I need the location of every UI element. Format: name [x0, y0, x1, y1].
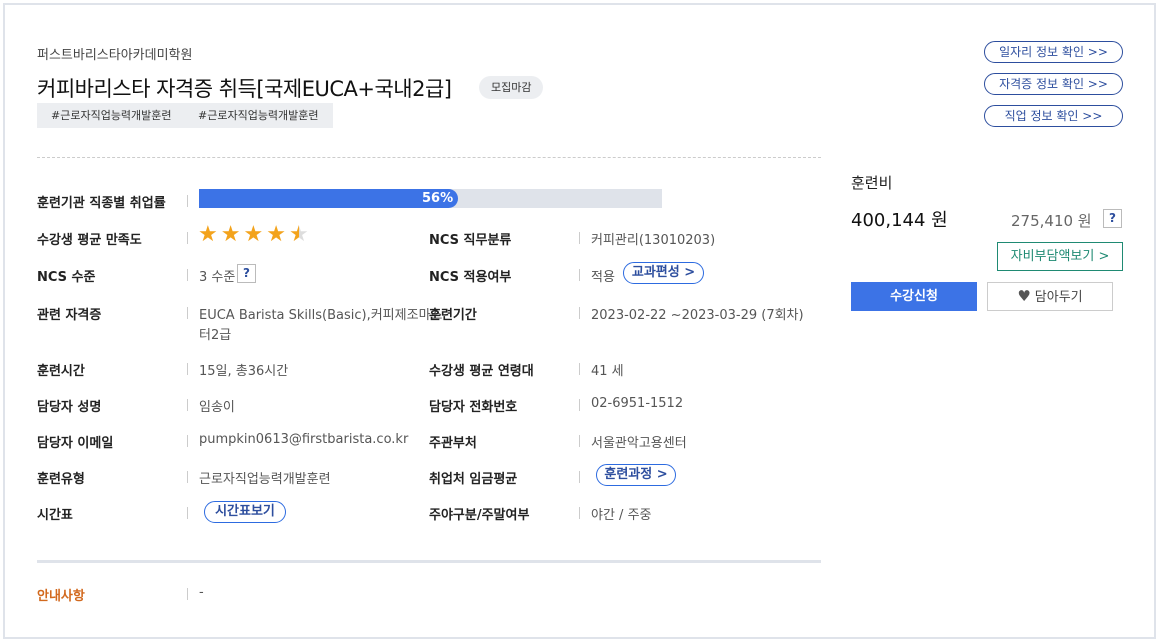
day-night-label: 주야구분/주말여부	[429, 508, 530, 523]
course-button[interactable]: 훈련과정 >	[596, 464, 676, 486]
wage-label: 취업처 임금평균	[429, 472, 518, 487]
help-icon[interactable]: ?	[237, 264, 256, 283]
tag-chip[interactable]: #근로자직업능력개발훈련	[37, 103, 186, 128]
star-icon: ★	[198, 222, 218, 247]
period-label: 훈련기간	[429, 308, 477, 323]
ncs-level-value: 3 수준	[199, 270, 236, 285]
star-icon: ★	[243, 222, 264, 247]
satisfaction-label: 수강생 평균 만족도	[37, 233, 142, 248]
ncs-level-label: NCS 수준	[37, 270, 96, 285]
status-badge: 모집마감	[479, 76, 544, 99]
certificate-value-line1: EUCA Barista Skills(Basic),커피제조마스	[199, 308, 443, 323]
star-icon: ★	[288, 222, 309, 247]
employment-rate-label: 훈련기관 직종별 취업률	[37, 196, 166, 211]
timetable-label: 시간표	[37, 508, 73, 523]
heart-icon: ♥	[1017, 287, 1031, 305]
separator	[187, 269, 188, 281]
separator	[187, 399, 188, 411]
age-label: 수강생 평균 연령대	[429, 364, 534, 379]
email-label: 담당자 이메일	[37, 436, 114, 451]
timetable-button[interactable]: 시간표보기	[204, 501, 286, 523]
manager-value: 임송이	[199, 400, 235, 415]
training-type-value: 근로자직업능력개발훈련	[199, 472, 331, 487]
separator	[187, 507, 188, 519]
training-type-label: 훈련유형	[37, 472, 85, 487]
separator	[579, 232, 580, 244]
separator	[187, 435, 188, 447]
separator	[187, 363, 188, 375]
employment-rate-value: 56%	[422, 191, 454, 206]
certificate-info-link[interactable]: 자격증 정보 확인 >>	[984, 73, 1123, 95]
certificate-value-line2: 터2급	[199, 328, 232, 343]
notice-label: 안내사항	[37, 589, 85, 604]
separator	[187, 588, 188, 600]
phone-label: 담당자 전화번호	[429, 400, 518, 415]
department-label: 주관부처	[429, 436, 477, 451]
phone-value: 02-6951-1512	[591, 396, 684, 411]
job-info-link[interactable]: 일자리 정보 확인 >>	[984, 41, 1123, 63]
wishlist-button[interactable]: ♥ 담아두기	[987, 282, 1113, 311]
apply-button[interactable]: 수강신청	[851, 282, 977, 311]
ncs-category-label: NCS 직무분류	[429, 233, 512, 248]
satisfaction-rating: ★ ★ ★ ★ ★	[198, 224, 309, 246]
separator	[579, 507, 580, 519]
ncs-apply-value: 적용	[591, 270, 615, 285]
divider	[37, 560, 821, 563]
period-value: 2023-02-22 ~2023-03-29 (7회차)	[591, 308, 804, 323]
course-title: 커피바리스타 자격증 취득[국제EUCA+국내2급]	[37, 77, 452, 101]
hours-label: 훈련시간	[37, 364, 85, 379]
wishlist-label: 담아두기	[1034, 290, 1083, 305]
occupation-info-link[interactable]: 직업 정보 확인 >>	[984, 105, 1123, 127]
notice-value: -	[199, 585, 204, 600]
fee-label: 훈련비	[851, 174, 893, 192]
employment-rate-fill	[199, 189, 458, 208]
manager-label: 담당자 성명	[37, 400, 102, 415]
age-value: 41 세	[591, 364, 624, 379]
tag-chip[interactable]: #근로자직업능력개발훈련	[184, 103, 333, 128]
hours-value: 15일, 총36시간	[199, 364, 289, 379]
separator	[187, 232, 188, 244]
star-icon: ★	[220, 222, 241, 247]
email-value: pumpkin0613@firstbarista.co.kr	[199, 432, 409, 447]
ncs-apply-label: NCS 적용여부	[429, 270, 512, 285]
curriculum-button[interactable]: 교과편성 >	[623, 262, 704, 284]
star-icon: ★	[266, 222, 286, 247]
self-pay-amount: 275,410 원	[1011, 212, 1092, 230]
separator	[579, 471, 580, 483]
separator	[579, 363, 580, 375]
institution-name: 퍼스트바리스타아카데미학원	[37, 48, 193, 63]
separator	[579, 435, 580, 447]
help-icon[interactable]: ?	[1103, 209, 1122, 228]
separator	[187, 471, 188, 483]
self-pay-button[interactable]: 자비부담액보기 >	[997, 242, 1123, 271]
divider	[37, 157, 821, 158]
separator	[579, 307, 580, 319]
certificate-label: 관련 자격증	[37, 308, 102, 323]
day-night-value: 야간 / 주중	[591, 508, 652, 523]
ncs-category-value: 커피관리(13010203)	[591, 233, 716, 248]
separator	[187, 307, 188, 319]
department-value: 서울관악고용센터	[591, 436, 687, 451]
separator	[187, 195, 188, 207]
fee-total: 400,144 원	[851, 210, 948, 231]
separator	[579, 269, 580, 281]
separator	[579, 399, 580, 411]
